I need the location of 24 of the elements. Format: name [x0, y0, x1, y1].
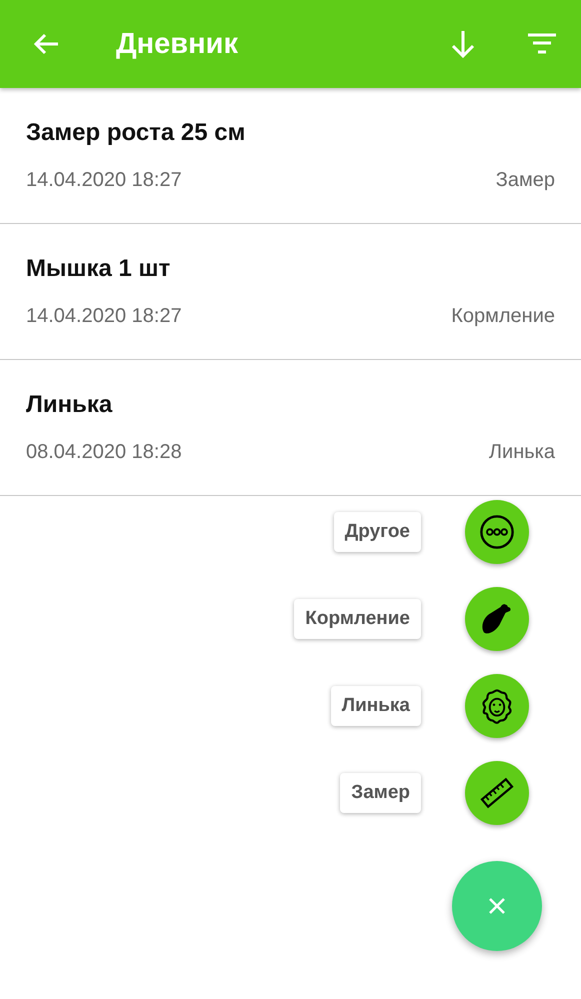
close-icon: [487, 896, 507, 916]
more-icon: [479, 514, 515, 550]
action-label[interactable]: Другое: [334, 512, 421, 552]
action-label[interactable]: Кормление: [294, 599, 421, 639]
entry-title: Замер роста 25 см: [26, 119, 246, 147]
entry-title: Мышка 1 шт: [26, 255, 172, 283]
entry-category: Линька: [488, 441, 555, 464]
diary-entry[interactable]: Линька 08.04.2020 18:28 Линька: [0, 360, 581, 496]
action-label[interactable]: Линька: [330, 686, 421, 726]
diary-entry[interactable]: Замер роста 25 см 14.04.2020 18:27 Замер: [0, 88, 581, 224]
action-button[interactable]: [465, 761, 529, 825]
entry-datetime: 14.04.2020 18:27: [26, 169, 182, 192]
screen-title: Дневник: [116, 28, 239, 60]
ruler-icon: [479, 775, 515, 811]
entry-title: Линька: [26, 391, 114, 419]
diary-entry[interactable]: Мышка 1 шт 14.04.2020 18:27 Кормление: [0, 224, 581, 360]
entry-datetime: 08.04.2020 18:28: [26, 441, 182, 464]
entry-category: Замер: [496, 169, 555, 192]
entry-datetime: 14.04.2020 18:27: [26, 305, 182, 328]
action-button[interactable]: [465, 500, 529, 564]
action-button[interactable]: [465, 674, 529, 738]
action-button[interactable]: [465, 587, 529, 651]
action-label[interactable]: Замер: [340, 773, 421, 813]
entry-category: Кормление: [451, 305, 555, 328]
